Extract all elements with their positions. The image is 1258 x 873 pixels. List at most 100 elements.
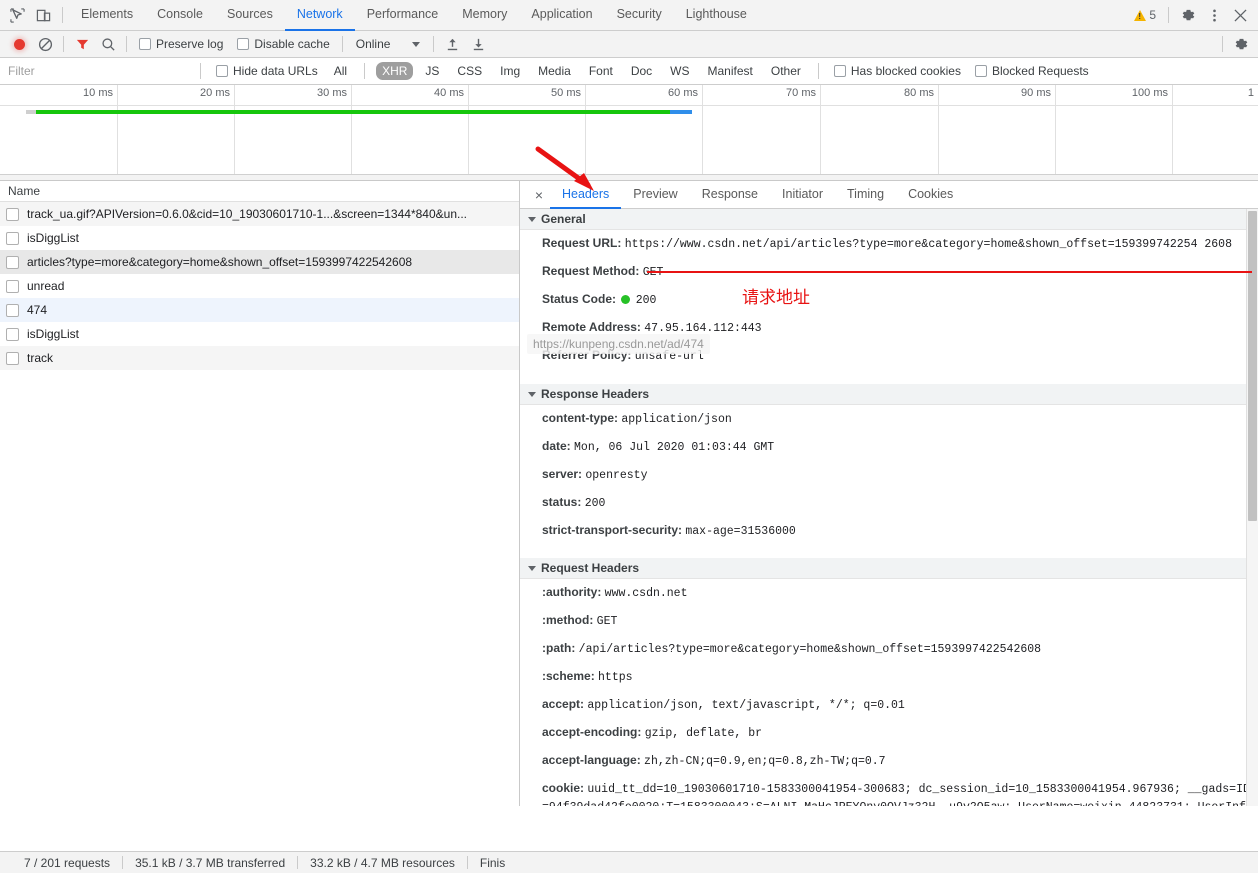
record-button[interactable] [6,31,32,57]
tab-memory[interactable]: Memory [450,0,519,31]
row-checkbox[interactable] [6,351,19,365]
hide-data-urls-checkbox[interactable]: Hide data URLs [209,64,325,78]
type-filter-media[interactable]: Media [532,62,577,80]
blocked-requests-checkbox[interactable]: Blocked Requests [968,64,1096,78]
type-filter-doc[interactable]: Doc [625,62,658,80]
close-icon[interactable] [1227,2,1253,28]
type-filter-all[interactable]: All [328,62,353,80]
close-detail-icon[interactable]: × [528,184,550,206]
clear-button[interactable] [32,31,58,57]
tab-performance[interactable]: Performance [355,0,451,31]
row-checkbox[interactable] [6,327,19,341]
preserve-log-checkbox[interactable]: Preserve log [132,37,230,51]
chip-label: Img [500,64,521,78]
search-button[interactable] [95,31,121,57]
network-status-bar: 7 / 201 requests 35.1 kB / 3.7 MB transf… [0,851,1258,873]
has-blocked-cookies-checkbox[interactable]: Has blocked cookies [827,64,968,78]
request-list[interactable]: track_ua.gif?APIVersion=0.6.0&cid=10_190… [0,202,519,806]
toolbar-divider-2 [126,36,127,52]
hide-data-urls-label: Hide data URLs [233,64,318,78]
table-row[interactable]: track [0,346,519,370]
devtools-window: Elements Console Sources Network Perform… [0,0,1258,873]
tab-label: Sources [226,7,273,21]
inspect-element-icon[interactable] [4,2,30,28]
header-value: zh,zh-CN;q=0.9,en;q=0.8,zh-TW;q=0.7 [644,755,886,768]
tab-preview[interactable]: Preview [621,181,689,209]
tab-security[interactable]: Security [605,0,674,31]
tab-elements[interactable]: Elements [69,0,145,31]
warning-count-badge[interactable]: 5 [1128,8,1162,22]
type-filter-ws[interactable]: WS [664,62,695,80]
chip-label: Media [538,64,571,78]
header-value: GET [596,615,618,628]
type-filter-xhr[interactable]: XHR [376,62,414,80]
kebab-menu-icon[interactable] [1201,2,1227,28]
request-url-label: Request URL: [542,236,622,250]
network-settings-button[interactable] [1228,31,1254,57]
status-code-value: 200 [635,294,657,307]
detail-scrollbar-thumb[interactable] [1248,211,1257,521]
table-row[interactable]: unread [0,274,519,298]
headers-content: General Request URL: https://www.csdn.ne… [520,209,1258,806]
filter-input[interactable] [4,61,192,81]
disable-cache-checkbox[interactable]: Disable cache [230,37,336,51]
table-row[interactable]: articles?type=more&category=home&shown_o… [0,250,519,274]
tab-console[interactable]: Console [145,0,215,31]
filter-divider-2 [364,63,366,79]
network-overview-timeline[interactable]: 10 ms 20 ms 30 ms 40 ms 50 ms 60 ms 70 m… [0,85,1258,181]
table-row[interactable]: 474 [0,298,519,322]
tab-label: Headers [562,186,610,201]
chevron-down-icon [528,391,536,397]
request-list-header[interactable]: Name [0,181,519,202]
chip-label: CSS [457,64,483,78]
throttling-value: Online [355,37,391,51]
tab-sources[interactable]: Sources [215,0,285,31]
request-url-value[interactable]: https://www.csdn.net/api/articles?type=m… [625,238,1232,251]
toolbar-divider-4 [433,36,435,52]
throttling-dropdown[interactable]: Online [348,37,429,51]
export-har-button[interactable] [465,31,491,57]
response-headers-section-header[interactable]: Response Headers [520,384,1258,405]
general-section-header[interactable]: General [520,209,1258,230]
tab-headers[interactable]: Headers [550,181,622,209]
tab-timing[interactable]: Timing [835,181,896,209]
tab-response[interactable]: Response [690,181,770,209]
table-row[interactable]: isDiggList [0,322,519,346]
import-har-button[interactable] [439,31,465,57]
close-glyph: × [534,186,544,203]
type-filter-manifest[interactable]: Manifest [702,62,759,80]
type-filter-font[interactable]: Font [583,62,619,80]
detail-scrollbar[interactable] [1246,209,1258,806]
type-filter-css[interactable]: CSS [451,62,488,80]
row-checkbox[interactable] [6,279,19,293]
overview-gridline [1055,85,1056,180]
tab-application[interactable]: Application [519,0,604,31]
tab-network[interactable]: Network [284,0,355,31]
header-value: openresty [585,469,648,482]
request-headers-section-header[interactable]: Request Headers [520,558,1258,579]
row-checkbox[interactable] [6,255,19,269]
table-row[interactable]: isDiggList [0,226,519,250]
request-header-row: :authority: www.csdn.net [520,579,1258,607]
type-filter-other[interactable]: Other [765,62,807,80]
type-filter-js[interactable]: JS [419,62,445,80]
filter-button[interactable] [69,31,95,57]
section-title-label: Response Headers [541,387,650,401]
type-filter-img[interactable]: Img [494,62,526,80]
header-name: status: [542,495,582,509]
row-checkbox[interactable] [6,207,19,221]
network-main-split: Name track_ua.gif?APIVersion=0.6.0&cid=1… [0,181,1258,806]
row-checkbox[interactable] [6,231,19,245]
remote-address-label: Remote Address: [542,320,641,334]
request-method-label: Request Method: [542,264,640,278]
tab-initiator[interactable]: Initiator [770,181,835,209]
gear-icon[interactable] [1175,2,1201,28]
row-checkbox[interactable] [6,303,19,317]
tab-lighthouse[interactable]: Lighthouse [674,0,759,31]
blocked-requests-label: Blocked Requests [991,64,1089,78]
overview-tick-label: 40 ms [434,87,464,99]
column-header-name: Name [8,184,41,198]
tab-cookies[interactable]: Cookies [896,181,965,209]
table-row[interactable]: track_ua.gif?APIVersion=0.6.0&cid=10_190… [0,202,519,226]
device-toolbar-icon[interactable] [30,2,56,28]
